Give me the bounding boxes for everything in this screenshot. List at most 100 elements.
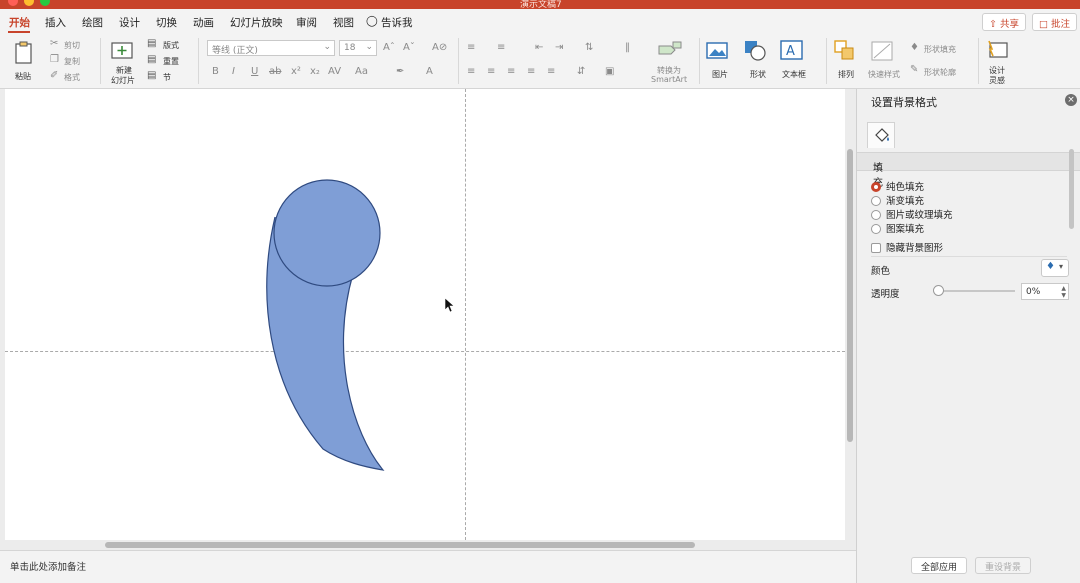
copy-button[interactable]: 复制 — [64, 56, 80, 67]
underline-icon[interactable]: U — [251, 66, 258, 77]
share-icon: ⇧ — [989, 19, 1000, 30]
mouse-cursor-icon — [444, 297, 455, 313]
close-panel-button[interactable]: × — [1065, 94, 1077, 106]
fill-section-header[interactable]: ⌄ 填充 — [857, 152, 1080, 189]
shapes-icon — [745, 41, 766, 61]
tab-insert[interactable]: 插入 — [45, 15, 66, 30]
tab-transitions[interactable]: 切换 — [156, 15, 177, 30]
shrink-font-icon[interactable]: Aˇ — [403, 42, 415, 53]
font-name-select[interactable]: 等线 (正文) ⌄ — [207, 40, 335, 56]
character-spacing-icon[interactable]: AV — [328, 66, 341, 77]
picture-button[interactable]: 图片 — [704, 38, 738, 84]
align-left-icon[interactable]: ≡ — [467, 66, 475, 77]
designer-button[interactable]: 设计 灵感 — [984, 38, 1014, 86]
subscript-icon[interactable]: x₂ — [310, 66, 320, 77]
quick-styles-icon — [871, 41, 893, 61]
cut-button[interactable]: 剪切 — [64, 40, 80, 51]
ribbon-divider — [458, 38, 459, 84]
font-color-icon[interactable]: A — [426, 66, 433, 77]
format-painter-button[interactable]: 格式 — [64, 72, 80, 83]
paste-button[interactable]: 粘贴 — [10, 39, 42, 84]
shape-outline-button[interactable]: 形状轮廓 — [924, 67, 956, 78]
radio — [871, 223, 881, 234]
numbering-icon[interactable]: ≡ — [497, 42, 505, 53]
superscript-icon[interactable]: x² — [291, 66, 301, 77]
arrange-icon — [834, 40, 854, 60]
radio — [871, 209, 881, 220]
copy-icon: ❐ — [50, 54, 59, 65]
horizontal-scrollbar[interactable] — [105, 542, 695, 548]
notes-placeholder[interactable]: 单击此处添加备注 — [10, 559, 86, 573]
align-center-icon[interactable]: ≡ — [487, 66, 495, 77]
line-spacing-icon[interactable]: ⇅ — [585, 42, 593, 53]
panel-scrollbar[interactable] — [1069, 149, 1074, 229]
solid-fill-option[interactable]: 纯色填充 — [871, 179, 924, 193]
tab-review[interactable]: 审阅 — [296, 15, 317, 30]
svg-text:A: A — [786, 44, 795, 59]
notes-pane[interactable]: 单击此处添加备注 — [0, 550, 856, 583]
shape-fill-button[interactable]: 形状填充 — [924, 44, 956, 55]
layout-icon: ▤ — [147, 38, 157, 49]
radio-selected — [871, 181, 881, 192]
color-picker-button[interactable]: ♦ ▾ — [1041, 259, 1069, 277]
shapes-button[interactable]: 形状 — [742, 38, 776, 84]
change-case-icon[interactable]: Aa — [355, 66, 368, 77]
text-direction-icon[interactable]: ⇵ — [577, 66, 585, 77]
close-window-button[interactable] — [8, 0, 18, 6]
italic-icon[interactable]: I — [232, 66, 235, 77]
clear-format-icon[interactable]: A⊘ — [432, 42, 447, 53]
share-button[interactable]: ⇧ 共享 — [982, 13, 1026, 31]
tab-tell-me[interactable]: 告诉我 — [381, 15, 413, 30]
transparency-input[interactable]: 0% ▲ ▼ — [1021, 283, 1069, 300]
shape-fill-icon: ♦ — [910, 42, 919, 53]
gradient-fill-option[interactable]: 渐变填充 — [871, 193, 924, 207]
new-slide-button[interactable]: 新建 幻灯片 — [108, 38, 140, 85]
bullets-icon[interactable]: ≡ — [467, 42, 475, 53]
zoom-window-button[interactable] — [40, 0, 50, 6]
minimize-window-button[interactable] — [24, 0, 34, 6]
reset-background-button[interactable]: 重设背景 — [975, 557, 1031, 574]
quick-styles-button[interactable]: 快速样式 — [866, 38, 906, 84]
comment-button[interactable]: □ 批注 — [1032, 13, 1078, 31]
tab-draw[interactable]: 绘图 — [82, 15, 103, 30]
slide-canvas[interactable] — [5, 89, 845, 540]
tab-animations[interactable]: 动画 — [193, 15, 214, 30]
align-right-icon[interactable]: ≡ — [507, 66, 515, 77]
tab-slideshow[interactable]: 幻灯片放映 — [230, 15, 283, 30]
justify-icon[interactable]: ≡ — [527, 66, 535, 77]
tab-design[interactable]: 设计 — [119, 15, 140, 30]
align-text-icon[interactable]: ▣ — [605, 66, 614, 77]
pattern-fill-option[interactable]: 图案填充 — [871, 221, 924, 235]
section-button[interactable]: 节 — [163, 72, 171, 83]
font-size-select[interactable]: 18 ⌄ — [339, 40, 377, 56]
title-bar: 演示文稿7 — [0, 0, 1080, 9]
transparency-slider-handle[interactable] — [933, 285, 944, 296]
arrange-button[interactable]: 排列 — [832, 38, 864, 84]
transparency-slider-track[interactable] — [935, 290, 1015, 292]
circle-shape[interactable] — [273, 179, 381, 287]
bold-icon[interactable]: B — [212, 66, 219, 77]
reset-button[interactable]: 重置 — [163, 56, 179, 67]
stepper-icon[interactable]: ▲ ▼ — [1061, 285, 1066, 299]
distributed-icon[interactable]: ≡ — [547, 66, 555, 77]
tab-home[interactable]: 开始 — [9, 15, 30, 30]
apply-all-button[interactable]: 全部应用 — [911, 557, 967, 574]
transparency-label: 透明度 — [871, 289, 900, 300]
convert-smartart-button[interactable]: 转换为 SmartArt — [648, 38, 692, 84]
active-tab-indicator — [8, 31, 30, 33]
picture-texture-fill-option[interactable]: 图片或纹理填充 — [871, 207, 953, 221]
ribbon-divider — [826, 38, 827, 84]
tab-view[interactable]: 视图 — [333, 15, 354, 30]
layout-button[interactable]: 版式 — [163, 40, 179, 51]
columns-icon[interactable]: ‖ — [625, 42, 630, 53]
hide-background-graphics-checkbox[interactable]: 隐藏背景图形 — [871, 240, 943, 254]
fill-tab[interactable] — [867, 122, 895, 148]
highlight-icon[interactable]: ✒ — [396, 66, 404, 77]
increase-indent-icon[interactable]: ⇥ — [555, 42, 563, 53]
strikethrough-icon[interactable]: ab — [269, 66, 281, 77]
decrease-indent-icon[interactable]: ⇤ — [535, 42, 543, 53]
grow-font-icon[interactable]: Aˆ — [383, 42, 395, 53]
paste-icon — [15, 41, 32, 64]
textbox-button[interactable]: A 文本框 — [780, 38, 820, 84]
vertical-scrollbar[interactable] — [847, 149, 853, 442]
